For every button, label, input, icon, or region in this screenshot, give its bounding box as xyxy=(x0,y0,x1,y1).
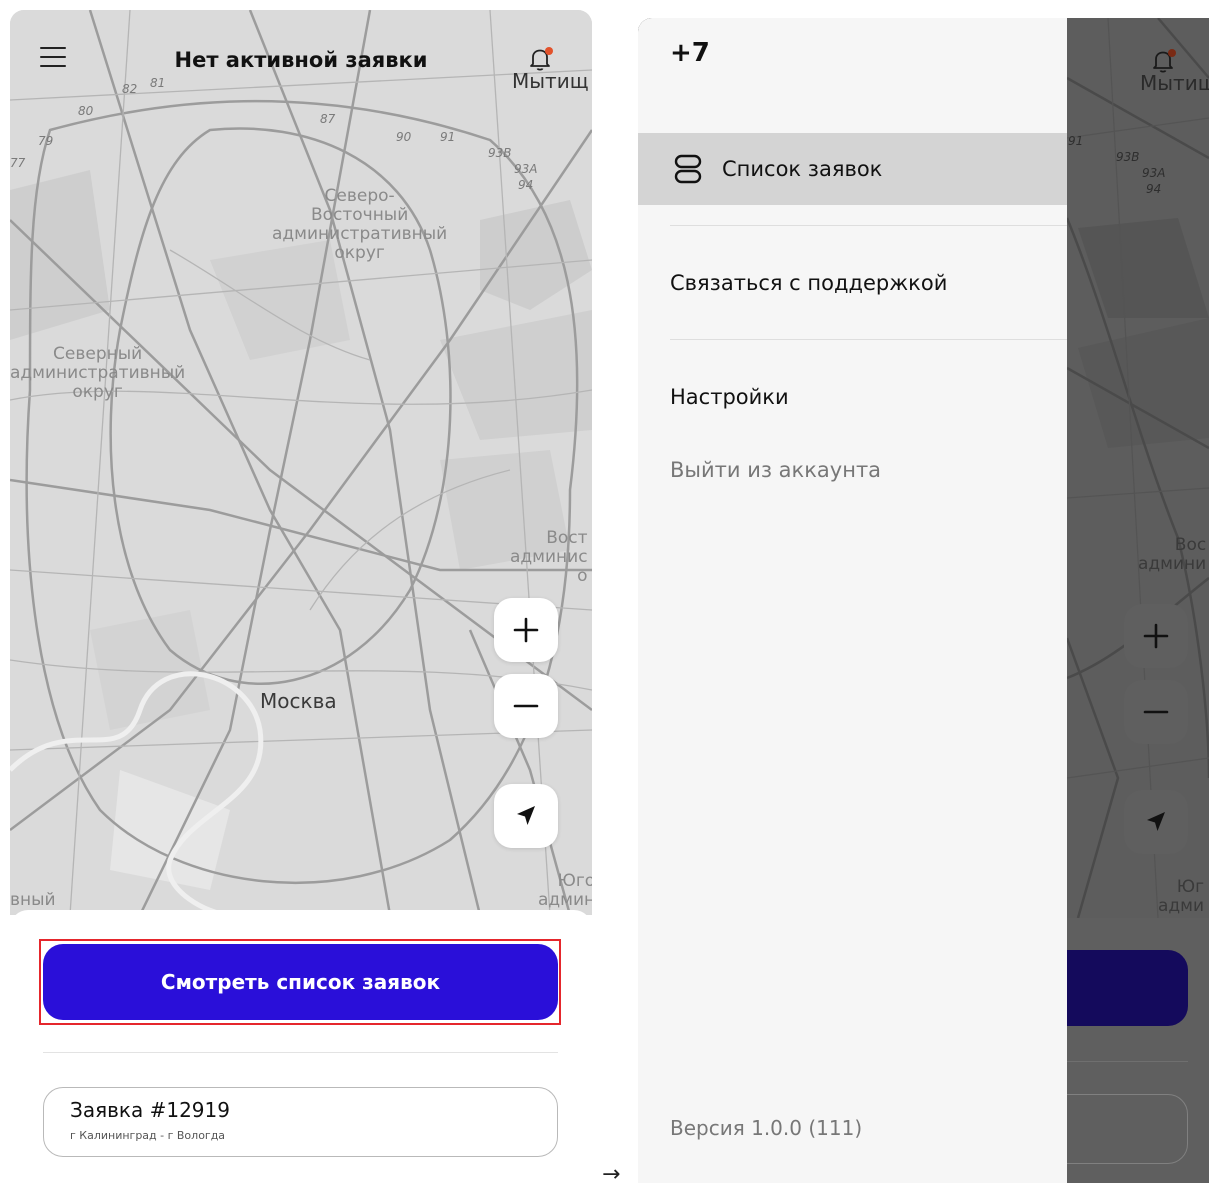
notification-dot xyxy=(1168,49,1176,57)
map-label-south-district: Юго админ xyxy=(538,871,592,910)
minus-icon xyxy=(1143,710,1169,714)
map-label-west-district: вный xyxy=(10,890,56,910)
map-label-mytishchi: Мытищ xyxy=(1140,71,1209,95)
navigation-arrow-icon xyxy=(1147,812,1165,831)
notifications-button[interactable] xyxy=(527,46,555,74)
map-label-south-district: Юг адми xyxy=(1158,877,1205,916)
zoom-out-button[interactable] xyxy=(494,674,558,738)
notification-dot xyxy=(545,47,553,55)
road-number: 94 xyxy=(518,178,534,192)
divider xyxy=(43,1052,558,1053)
map-label-north-east-district: Северо- Восточный административный округ xyxy=(272,186,448,263)
zoom-in-button-dimmed xyxy=(1124,604,1188,668)
plus-icon xyxy=(1143,623,1169,649)
divider-dimmed xyxy=(1058,1061,1188,1062)
minus-icon xyxy=(513,704,539,708)
navigation-arrow-icon xyxy=(517,806,535,825)
map-label-east-district: Вос админи xyxy=(1138,535,1207,574)
transition-arrow: → xyxy=(602,1162,621,1183)
road-number: 77 xyxy=(10,156,26,170)
map-screen: Северо- Восточный административный округ… xyxy=(10,10,592,1170)
road-number: 90 xyxy=(396,130,412,144)
zoom-out-button-dimmed xyxy=(1124,680,1188,744)
map-label-moscow: Москва xyxy=(260,689,337,713)
list-stack-icon xyxy=(674,154,702,184)
drawer-screen: Мытищ Вос админи Юг адми 91 93В 93А 94 +… xyxy=(638,18,1209,1183)
drawer-item-logout[interactable]: Выйти из аккаунта xyxy=(670,458,881,482)
top-bar: Нет активной заявки xyxy=(10,10,592,105)
road-number: 91 xyxy=(1068,134,1084,148)
road-number: 93В xyxy=(488,146,512,160)
app-version: Версия 1.0.0 (111) xyxy=(670,1116,863,1140)
notifications-button-dimmed xyxy=(1150,48,1178,76)
road-number: 91 xyxy=(440,130,456,144)
order-route: г Калининград - г Вологда xyxy=(70,1129,226,1142)
road-number: 94 xyxy=(1146,182,1162,196)
map-label-north-district: Северный административный округ xyxy=(10,344,186,402)
road-number: 93А xyxy=(514,162,538,176)
my-location-button[interactable] xyxy=(494,784,558,848)
drawer-item-orders[interactable]: Список заявок xyxy=(638,133,1067,205)
divider xyxy=(670,339,1067,340)
my-location-button-dimmed xyxy=(1124,790,1188,854)
drawer-item-support[interactable]: Связаться с поддержкой xyxy=(670,271,947,295)
navigation-drawer: +7 Список заявок Связаться с поддержкой … xyxy=(638,18,1067,1183)
road-number: 79 xyxy=(38,134,54,148)
order-card[interactable]: Заявка #12919 г Калининград - г Вологда xyxy=(43,1087,558,1157)
divider xyxy=(670,225,1067,226)
drawer-item-label: Список заявок xyxy=(722,157,883,181)
road-number: 93В xyxy=(1116,150,1140,164)
view-orders-button[interactable]: Смотреть список заявок xyxy=(43,944,558,1020)
user-phone: +7 xyxy=(670,38,710,68)
road-number: 87 xyxy=(320,112,336,126)
road-number: 93А xyxy=(1142,166,1166,180)
page-title: Нет активной заявки xyxy=(174,48,428,72)
plus-icon xyxy=(513,617,539,643)
map-label-east-district: Вост админис о xyxy=(510,528,588,586)
drawer-item-settings[interactable]: Настройки xyxy=(670,385,789,409)
city-map[interactable]: Северо- Восточный административный округ… xyxy=(10,10,592,915)
order-title: Заявка #12919 xyxy=(70,1098,230,1122)
road-number: 80 xyxy=(78,104,94,118)
zoom-in-button[interactable] xyxy=(494,598,558,662)
